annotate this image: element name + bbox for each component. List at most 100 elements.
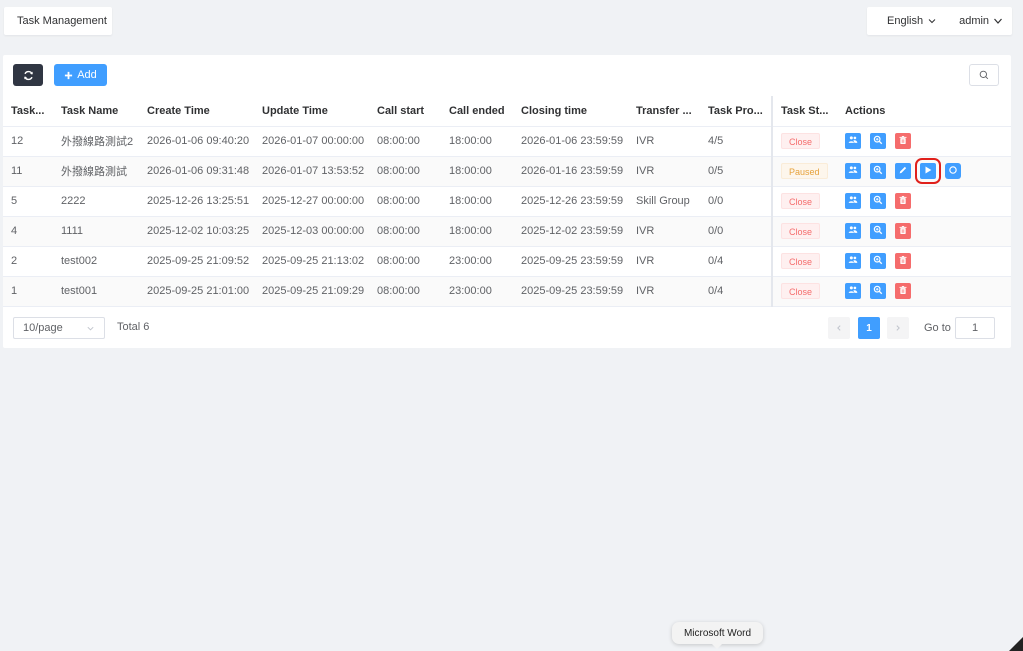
cell-call-ended: 18:00:00 (441, 156, 513, 187)
tab-task-management[interactable]: Task Management (4, 7, 112, 35)
members-button[interactable] (845, 133, 861, 149)
view-details-button[interactable] (870, 163, 886, 179)
col-task-status[interactable]: Task St... (771, 96, 837, 127)
cell-closing-time: 2025-12-02 23:59:59 (513, 216, 628, 247)
status-badge: Close (781, 193, 821, 209)
cell-call-start: 08:00:00 (369, 186, 441, 217)
view-details-button[interactable] (870, 223, 886, 239)
table-row: 12 外撥線路測試2 2026-01-06 09:40:20 2026-01-07 0… (3, 126, 1011, 157)
members-button[interactable] (845, 193, 861, 209)
cell-call-start: 08:00:00 (369, 276, 441, 307)
cell-task-name: test002 (53, 246, 139, 277)
add-label: Add (77, 69, 97, 81)
total-count: Total 6 (117, 321, 150, 333)
page-number-button[interactable]: 1 (858, 317, 880, 339)
cell-create-time: 2025-12-26 13:25:51 (139, 186, 254, 217)
plus-icon (65, 71, 73, 79)
cell-update-time: 2025-09-25 21:09:29 (254, 276, 369, 307)
delete-button[interactable] (895, 253, 911, 269)
page-size-select[interactable]: 10/page (13, 317, 105, 339)
delete-button[interactable] (895, 223, 911, 239)
zoom-icon (873, 225, 883, 238)
users-icon (848, 165, 858, 178)
edit-button[interactable] (895, 163, 911, 179)
col-call-start[interactable]: Call start (369, 96, 441, 127)
cell-task-name: test001 (53, 276, 139, 307)
col-update-time[interactable]: Update Time (254, 96, 369, 127)
zoom-icon (873, 255, 883, 268)
cell-transfer: IVR (628, 246, 700, 277)
col-task-id[interactable]: Task... (3, 96, 53, 127)
tab-label: Task Management (17, 15, 107, 27)
chevron-down-icon (87, 326, 94, 330)
stop-button[interactable] (945, 163, 961, 179)
row-actions (845, 253, 1011, 269)
members-button[interactable] (845, 163, 861, 179)
trash-icon (898, 195, 908, 208)
col-task-name[interactable]: Task Name (53, 96, 139, 127)
trash-icon (898, 135, 908, 148)
table-header-row: Task... Task Name Create Time Update Tim… (3, 96, 1011, 127)
delete-button[interactable] (895, 283, 911, 299)
cell-update-time: 2025-12-03 00:00:00 (254, 216, 369, 247)
view-details-button[interactable] (870, 283, 886, 299)
view-details-button[interactable] (870, 253, 886, 269)
cell-call-start: 08:00:00 (369, 216, 441, 247)
cell-task-id: 2 (3, 246, 53, 277)
refresh-button[interactable] (13, 64, 43, 86)
language-dropdown[interactable]: English (887, 15, 937, 27)
cell-task-id: 1 (3, 276, 53, 307)
cell-call-start: 08:00:00 (369, 126, 441, 157)
users-icon (848, 255, 858, 268)
users-icon (848, 225, 858, 238)
toolbar: Add (13, 64, 1001, 86)
members-button[interactable] (845, 223, 861, 239)
cell-update-time: 2026-01-07 13:53:52 (254, 156, 369, 187)
table-row: 11 外撥線路測試 2026-01-06 09:31:48 2026-01-07 13… (3, 156, 1011, 187)
status-badge: Close (781, 133, 821, 149)
goto-page-input[interactable]: 1 (955, 317, 995, 339)
cell-closing-time: 2026-01-16 23:59:59 (513, 156, 628, 187)
cell-task-name: 2222 (53, 186, 139, 217)
view-details-button[interactable] (870, 193, 886, 209)
members-button[interactable] (845, 253, 861, 269)
cell-task-name: 1111 (53, 216, 139, 247)
prev-page-button[interactable] (828, 317, 850, 339)
col-call-ended[interactable]: Call ended (441, 96, 513, 127)
col-task-progress[interactable]: Task Pro... (700, 96, 772, 127)
cell-actions (837, 126, 1011, 157)
members-button[interactable] (845, 283, 861, 299)
zoom-icon (873, 135, 883, 148)
page-size-label: 10/page (23, 322, 63, 334)
cell-task-id: 4 (3, 216, 53, 247)
col-transfer[interactable]: Transfer ... (628, 96, 700, 127)
cell-create-time: 2025-09-25 21:09:52 (139, 246, 254, 277)
cell-task-status: Paused (771, 156, 837, 187)
users-icon (848, 285, 858, 298)
col-closing-time[interactable]: Closing time (513, 96, 628, 127)
row-actions (845, 193, 1011, 209)
delete-button[interactable] (895, 193, 911, 209)
user-dropdown[interactable]: admin (959, 15, 1003, 27)
users-icon (848, 135, 858, 148)
row-actions (845, 133, 1011, 149)
view-details-button[interactable] (870, 133, 886, 149)
cell-call-ended: 18:00:00 (441, 186, 513, 217)
add-button[interactable]: Add (54, 64, 107, 86)
chevron-down-icon (928, 19, 936, 24)
zoom-icon (873, 285, 883, 298)
cell-task-status: Close (771, 246, 837, 277)
delete-button[interactable] (895, 133, 911, 149)
cell-call-ended: 18:00:00 (441, 126, 513, 157)
search-button[interactable] (969, 64, 999, 86)
cell-closing-time: 2025-09-25 23:59:59 (513, 276, 628, 307)
zoom-icon (873, 195, 883, 208)
col-create-time[interactable]: Create Time (139, 96, 254, 127)
cell-create-time: 2025-12-02 10:03:25 (139, 216, 254, 247)
next-page-button[interactable] (887, 317, 909, 339)
cell-actions (837, 276, 1011, 307)
cell-task-progress: 0/5 (700, 156, 772, 187)
start-button[interactable] (915, 158, 941, 184)
cell-task-progress: 0/4 (700, 246, 772, 277)
edit-icon (898, 165, 908, 178)
